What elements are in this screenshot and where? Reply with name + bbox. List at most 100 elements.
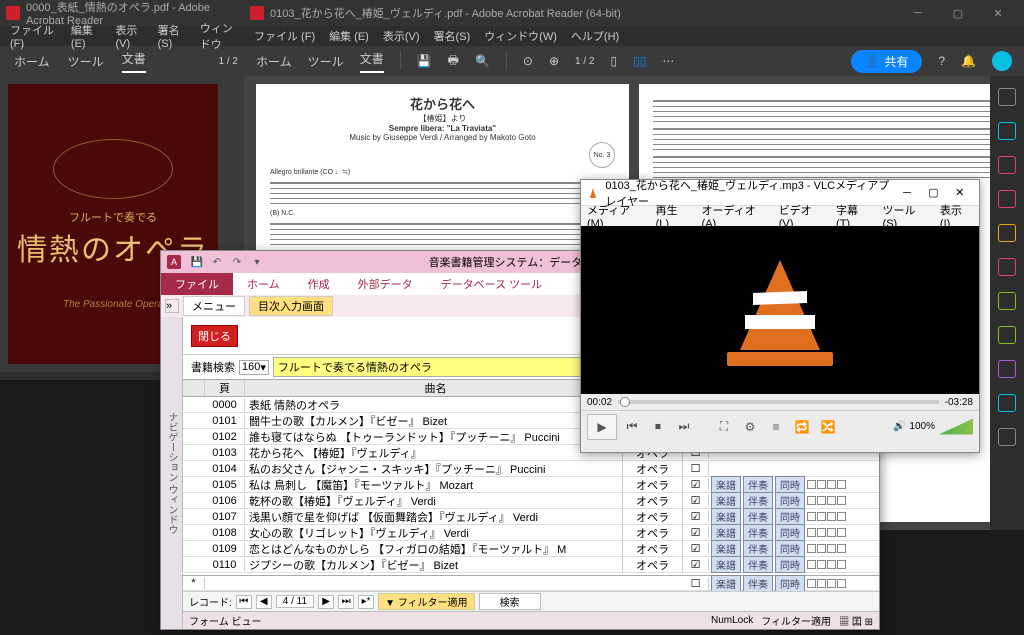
page-nav-icon[interactable]: ▯ (611, 54, 618, 68)
menu-file[interactable]: ファイル (F) (10, 22, 57, 50)
score-button[interactable]: 楽譜 (711, 524, 741, 541)
both-button[interactable]: 同時 (775, 524, 805, 541)
table-row[interactable]: 0107浅黒い顔で星を仰げば 【仮面舞踏会】『ヴェルディ』 Verdiオペラ☑楽… (183, 509, 879, 525)
view-buttons[interactable]: ▦ 囯 ⊞ (839, 613, 873, 628)
zoom-icon[interactable] (998, 88, 1016, 106)
both-button[interactable]: 同時 (775, 556, 805, 573)
row-checkbox[interactable]: ☑ (683, 542, 709, 555)
bell-icon[interactable]: 🔔 (961, 54, 976, 68)
score-button[interactable]: 楽譜 (711, 540, 741, 557)
accomp-button[interactable]: 伴奏 (743, 524, 773, 541)
table-row[interactable]: 0104私のお父さん【ジャンニ・スキッキ】『プッチーニ』 Pucciniオペラ☐ (183, 461, 879, 477)
maximize-button[interactable]: ▢ (938, 0, 978, 26)
stop-button[interactable]: ⏹ (647, 416, 669, 438)
score-button[interactable]: 楽譜 (711, 556, 741, 573)
shuffle-button[interactable]: 🔀 (817, 416, 839, 438)
compress-icon[interactable] (998, 326, 1016, 344)
form-tab-toc[interactable]: 目次入力画面 (249, 296, 333, 316)
col-page[interactable]: 頁 (205, 380, 245, 396)
navigation-pane[interactable]: ナビゲーション ウィンドウ (161, 317, 183, 629)
prev-button[interactable]: ⏮ (621, 416, 643, 438)
prev-record-button[interactable]: ◀ (256, 595, 272, 609)
maximize-button[interactable]: ▢ (920, 186, 946, 199)
checkbox[interactable]: ☐ (683, 577, 709, 590)
expand-button[interactable]: » (165, 299, 179, 313)
row-checkbox[interactable]: ☑ (683, 558, 709, 571)
tab-tool[interactable]: ツール (68, 53, 104, 70)
speaker-icon[interactable]: 🔊 (893, 421, 905, 432)
layout-icon[interactable]: ▯▯ (633, 54, 646, 68)
ribbon-db[interactable]: データベース ツール (427, 273, 557, 295)
comment-icon[interactable] (998, 224, 1016, 242)
sign-icon[interactable] (998, 360, 1016, 378)
qat-dropdown-icon[interactable]: ▾ (249, 254, 265, 270)
menu-edit[interactable]: 編集 (E) (71, 22, 102, 50)
export-icon[interactable] (998, 122, 1016, 140)
menu-sign[interactable]: 署名(S) (434, 28, 471, 44)
minimize-button[interactable]: ─ (894, 187, 920, 199)
volume-slider[interactable] (939, 419, 973, 435)
combine-icon[interactable] (998, 258, 1016, 276)
option-checkboxes[interactable] (807, 544, 846, 553)
menu-edit[interactable]: 編集 (E) (329, 28, 369, 44)
convert-icon[interactable] (998, 394, 1016, 412)
menu-file[interactable]: ファイル (F) (254, 28, 315, 44)
score-button[interactable]: 楽譜 (711, 492, 741, 509)
search-box[interactable]: 検索 (479, 593, 541, 610)
menu-view[interactable]: 表示(V) (383, 28, 420, 44)
both-button[interactable]: 同時 (775, 575, 805, 592)
accomp-button[interactable]: 伴奏 (743, 476, 773, 493)
more-icon[interactable]: ⋯ (662, 54, 674, 68)
row-checkbox[interactable]: ☑ (683, 478, 709, 491)
tab-doc[interactable]: 文書 (360, 50, 384, 73)
save-icon[interactable]: 💾 (417, 54, 432, 68)
avatar-icon[interactable] (992, 51, 1012, 71)
titlebar[interactable]: 0103_花から花へ_椿姫_ヴェルディ.pdf - Adobe Acrobat … (244, 0, 1024, 26)
next-button[interactable]: ⏭ (673, 416, 695, 438)
form-close-button[interactable]: 閉じる (191, 325, 238, 347)
both-button[interactable]: 同時 (775, 492, 805, 509)
elapsed-time[interactable]: 00:02 (587, 397, 612, 408)
help-icon[interactable]: ? (938, 54, 945, 68)
record-position[interactable]: 4 / 11 (276, 595, 314, 608)
menu-help[interactable]: ヘルプ(H) (571, 28, 619, 44)
both-button[interactable]: 同時 (775, 508, 805, 525)
seek-slider[interactable] (618, 400, 939, 404)
ribbon-external[interactable]: 外部データ (344, 273, 427, 295)
fullscreen-button[interactable]: ⛶ (713, 416, 735, 438)
new-record-button[interactable]: ▸* (358, 595, 374, 609)
playlist-button[interactable]: ≡ (765, 416, 787, 438)
organize-icon[interactable] (998, 292, 1016, 310)
book-id-combo[interactable]: 160 ▾ (239, 360, 269, 375)
row-checkbox[interactable]: ☐ (683, 462, 709, 475)
minimize-button[interactable]: ─ (898, 0, 938, 26)
menu-view[interactable]: 表示(V) (115, 22, 143, 50)
ribbon-home[interactable]: ホーム (233, 273, 294, 295)
page-down-icon[interactable]: ⊕ (549, 54, 559, 68)
edit-icon[interactable] (998, 156, 1016, 174)
menu-window[interactable]: ウィンドウ (200, 20, 242, 52)
score-button[interactable]: 楽譜 (711, 476, 741, 493)
table-row[interactable]: 0106乾杯の歌【椿姫】『ヴェルディ』 Verdiオペラ☑楽譜伴奏同時 (183, 493, 879, 509)
option-checkboxes[interactable] (807, 480, 846, 489)
close-button[interactable]: ✕ (978, 0, 1018, 26)
ribbon-create[interactable]: 作成 (294, 273, 344, 295)
menu-window[interactable]: ウィンドウ(W) (484, 28, 557, 44)
save-icon[interactable]: 💾 (189, 254, 205, 270)
table-row[interactable]: 0109恋とはどんなものかしら 【フィガロの結婚】『モーツァルト』 Mオペラ☑楽… (183, 541, 879, 557)
share-button[interactable]: 👤 共有 (851, 50, 922, 73)
tab-home[interactable]: ホーム (14, 53, 50, 70)
table-row[interactable]: 0110ジプシーの歌【カルメン】『ビゼー』 Bizetオペラ☑楽譜伴奏同時 (183, 557, 879, 573)
undo-icon[interactable]: ↶ (209, 254, 225, 270)
filter-applied-button[interactable]: ▼ フィルター適用 (378, 593, 475, 610)
score-button[interactable]: 楽譜 (711, 575, 741, 592)
both-button[interactable]: 同時 (775, 476, 805, 493)
video-area[interactable] (581, 226, 979, 394)
loop-button[interactable]: 🔁 (791, 416, 813, 438)
menu-sign[interactable]: 署名(S) (158, 22, 186, 50)
accomp-button[interactable]: 伴奏 (743, 575, 773, 592)
settings-button[interactable]: ⚙ (739, 416, 761, 438)
accomp-button[interactable]: 伴奏 (743, 540, 773, 557)
last-record-button[interactable]: ⏭ (338, 595, 354, 609)
row-checkbox[interactable]: ☑ (683, 494, 709, 507)
